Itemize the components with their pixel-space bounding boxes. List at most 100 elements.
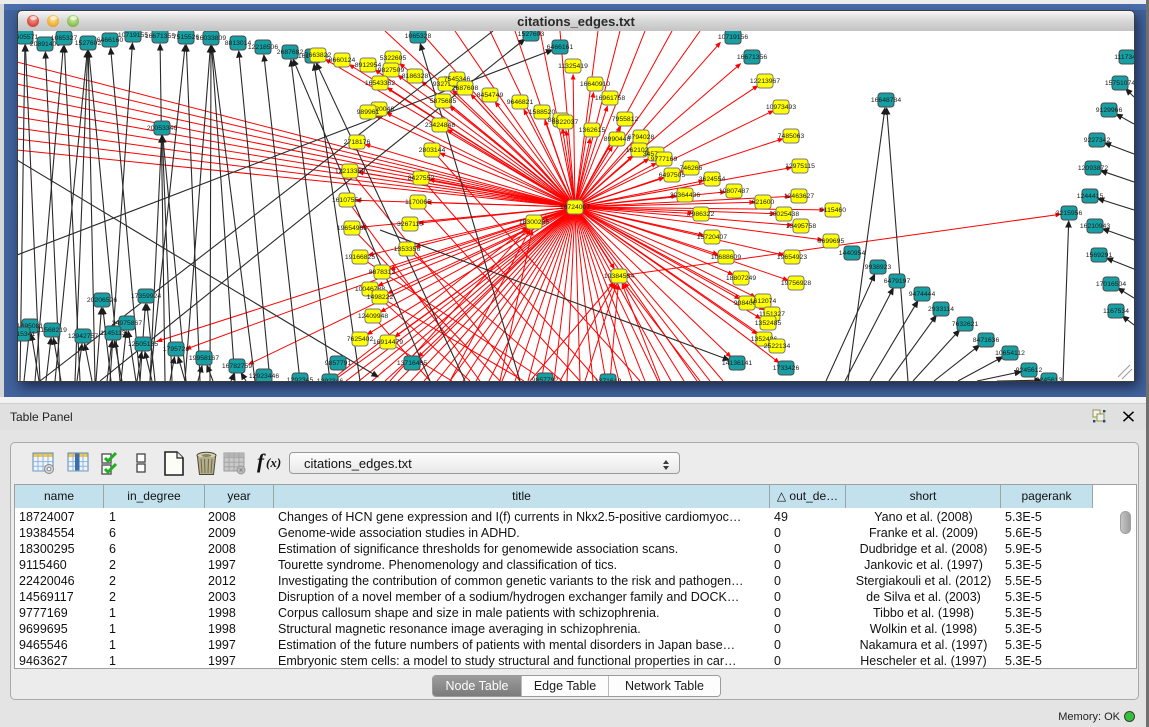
svg-text:(x): (x) bbox=[266, 455, 281, 470]
svg-text:621600: 621600 bbox=[752, 199, 775, 206]
svg-text:6479197: 6479197 bbox=[884, 278, 911, 285]
svg-text:13716485: 13716485 bbox=[397, 360, 427, 367]
svg-text:8471636: 8471636 bbox=[973, 337, 1000, 344]
svg-text:1117345: 1117345 bbox=[1114, 54, 1134, 61]
svg-text:15720407: 15720407 bbox=[697, 234, 727, 241]
svg-text:7632621: 7632621 bbox=[952, 321, 979, 328]
svg-text:6794028: 6794028 bbox=[628, 134, 655, 141]
svg-text:f: f bbox=[257, 450, 266, 473]
svg-text:3915341: 3915341 bbox=[18, 331, 35, 338]
svg-text:9115460: 9115460 bbox=[820, 207, 846, 214]
svg-text:20206526: 20206526 bbox=[87, 297, 117, 304]
svg-text:8990448: 8990448 bbox=[604, 136, 631, 143]
svg-text:1145113: 1145113 bbox=[100, 330, 126, 337]
svg-text:11325419: 11325419 bbox=[558, 63, 588, 70]
svg-text:2803144: 2803144 bbox=[419, 147, 446, 154]
svg-text:10654112: 10654112 bbox=[995, 350, 1025, 357]
svg-text:746266: 746266 bbox=[680, 165, 703, 172]
svg-text:8660124: 8660124 bbox=[329, 57, 356, 64]
svg-text:8454749: 8454749 bbox=[477, 92, 504, 99]
svg-text:6466161: 6466161 bbox=[547, 44, 574, 51]
svg-text:8322037: 8322037 bbox=[552, 119, 579, 126]
svg-text:1170065: 1170065 bbox=[405, 199, 431, 206]
svg-text:7485063: 7485063 bbox=[778, 133, 805, 140]
svg-text:1352485: 1352485 bbox=[755, 320, 782, 327]
svg-text:9245612: 9245612 bbox=[1016, 367, 1043, 374]
svg-text:16671356: 16671356 bbox=[737, 54, 767, 61]
svg-text:15751074: 15751074 bbox=[1105, 80, 1134, 87]
svg-text:1588520: 1588520 bbox=[529, 109, 556, 116]
svg-text:12505135: 12505135 bbox=[128, 341, 158, 348]
svg-text:10688609: 10688609 bbox=[711, 254, 741, 261]
svg-text:9245613: 9245613 bbox=[1036, 377, 1063, 381]
svg-text:23424848: 23424848 bbox=[425, 122, 455, 129]
svg-text:1065328: 1065328 bbox=[405, 33, 432, 40]
svg-text:20053346: 20053346 bbox=[147, 125, 177, 132]
svg-text:10973493: 10973493 bbox=[766, 104, 796, 111]
svg-text:17016504: 17016504 bbox=[1096, 281, 1126, 288]
svg-text:13495758: 13495758 bbox=[786, 223, 816, 230]
svg-text:1440954: 1440954 bbox=[839, 250, 866, 257]
svg-text:2933114: 2933114 bbox=[928, 306, 954, 313]
svg-text:17359924: 17359924 bbox=[131, 293, 161, 300]
svg-text:16914479: 16914479 bbox=[373, 339, 403, 346]
svg-text:9646821: 9646821 bbox=[507, 99, 534, 106]
svg-text:14136141: 14136141 bbox=[722, 360, 752, 367]
svg-text:9857792: 9857792 bbox=[532, 377, 559, 381]
svg-text:18300295: 18300295 bbox=[519, 219, 549, 226]
svg-text:1065327: 1065327 bbox=[51, 35, 78, 42]
svg-text:16210943: 16210943 bbox=[1080, 223, 1110, 230]
svg-text:19756928: 19756928 bbox=[781, 280, 811, 287]
svg-text:18724007: 18724007 bbox=[560, 204, 590, 211]
svg-text:16782759: 16782759 bbox=[222, 363, 252, 370]
svg-text:1733426: 1733426 bbox=[773, 365, 800, 372]
svg-text:3624554: 3624554 bbox=[699, 176, 726, 183]
svg-text:7986322: 7986322 bbox=[688, 211, 715, 218]
svg-text:10025438: 10025438 bbox=[769, 211, 799, 218]
svg-text:16648784: 16648784 bbox=[871, 97, 901, 104]
svg-text:8878312: 8878312 bbox=[369, 269, 396, 276]
svg-text:19654923: 19654923 bbox=[777, 254, 807, 261]
svg-text:19384554: 19384554 bbox=[604, 273, 634, 280]
svg-text:9938923: 9938923 bbox=[865, 264, 892, 271]
svg-text:19654963: 19654963 bbox=[337, 225, 367, 232]
svg-text:7663822: 7663822 bbox=[305, 52, 332, 59]
svg-text:3215956: 3215956 bbox=[1056, 210, 1083, 217]
svg-text:1167534: 1167534 bbox=[1103, 308, 1129, 315]
svg-text:10719156: 10719156 bbox=[718, 34, 748, 41]
svg-text:1569291: 1569291 bbox=[1086, 252, 1113, 259]
svg-text:7625402: 7625402 bbox=[347, 336, 374, 343]
svg-text:1371649: 1371649 bbox=[595, 378, 622, 381]
svg-text:12923446: 12923446 bbox=[249, 373, 279, 380]
svg-text:1795728: 1795728 bbox=[163, 346, 190, 353]
svg-text:5875685: 5875685 bbox=[430, 98, 457, 105]
svg-text:2718176: 2718176 bbox=[344, 139, 371, 146]
svg-text:1244415: 1244415 bbox=[1077, 193, 1104, 200]
svg-text:10807487: 10807487 bbox=[719, 188, 749, 195]
svg-text:9827509: 9827509 bbox=[378, 67, 405, 74]
svg-text:1362615: 1362615 bbox=[579, 127, 606, 134]
svg-text:1292346: 1292346 bbox=[317, 378, 344, 381]
svg-text:16107554: 16107554 bbox=[332, 197, 362, 204]
svg-text:9699695: 9699695 bbox=[818, 238, 845, 245]
svg-text:20364436: 20364436 bbox=[670, 192, 700, 199]
svg-text:9227342: 9227342 bbox=[1084, 137, 1111, 144]
svg-text:11568219: 11568219 bbox=[37, 327, 67, 334]
svg-text:1405571: 1405571 bbox=[18, 34, 38, 41]
svg-text:2687608: 2687608 bbox=[452, 85, 479, 92]
svg-text:16543362: 16543362 bbox=[365, 80, 395, 87]
svg-text:1612074: 1612074 bbox=[750, 298, 777, 305]
svg-text:12218506: 12218506 bbox=[248, 44, 278, 51]
svg-text:18807249: 18807249 bbox=[726, 275, 756, 282]
svg-text:16033809: 16033809 bbox=[196, 35, 226, 42]
svg-text:19166825: 19166825 bbox=[345, 254, 375, 261]
svg-text:16640910: 16640910 bbox=[580, 81, 610, 88]
svg-text:3267110: 3267110 bbox=[397, 221, 423, 228]
svg-text:9474444: 9474444 bbox=[909, 291, 936, 298]
svg-text:12942757: 12942757 bbox=[68, 333, 98, 340]
svg-text:10719155: 10719155 bbox=[118, 32, 148, 39]
svg-text:9777169: 9777169 bbox=[651, 156, 678, 163]
svg-text:1498222: 1498222 bbox=[367, 294, 394, 301]
svg-text:9857791: 9857791 bbox=[325, 360, 352, 367]
svg-text:12213369: 12213369 bbox=[335, 168, 365, 175]
